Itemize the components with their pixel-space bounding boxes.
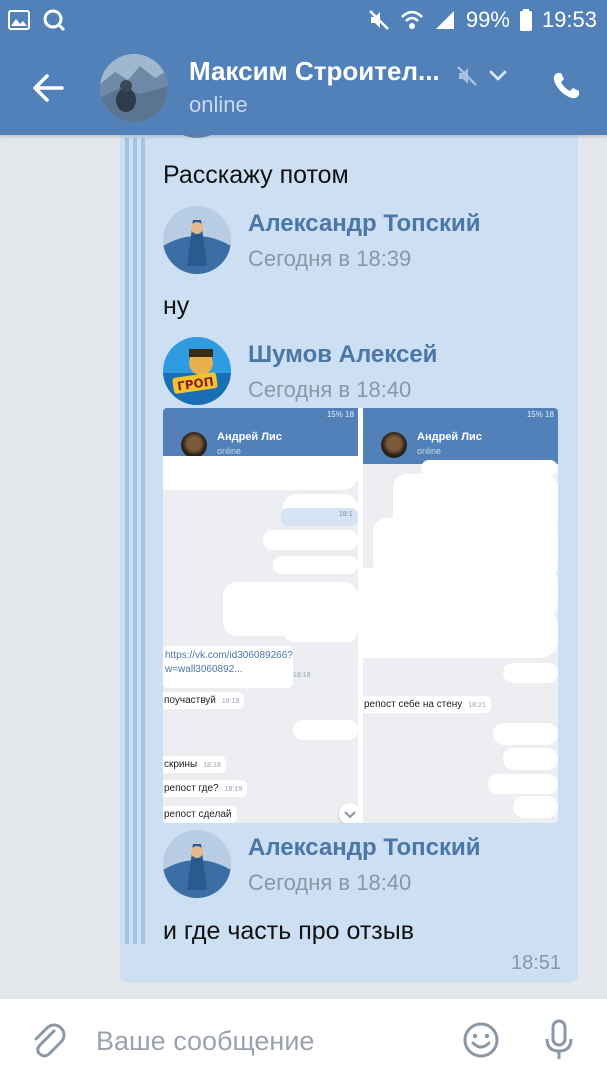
search-icon: [43, 9, 66, 32]
redaction: [283, 620, 358, 642]
redaction: [503, 663, 558, 683]
wifi-icon: [401, 10, 423, 29]
author-name[interactable]: Шумов Алексей: [248, 341, 437, 369]
mini-contact-name: Андрей Лис: [417, 431, 482, 443]
redaction: [263, 530, 358, 550]
mini-message: скрины 18:18: [163, 756, 226, 773]
mini-message: репост где? 18:19: [163, 780, 248, 797]
clock: 19:53: [541, 7, 597, 32]
message-date: Сегодня в 18:39: [248, 246, 412, 271]
chevron-down-icon[interactable]: [487, 67, 509, 85]
mini-status-bar: 15% 18: [363, 408, 558, 422]
mini-avatar: [381, 432, 407, 458]
mini-contact-status: online: [217, 446, 242, 456]
back-arrow-icon[interactable]: [28, 68, 68, 108]
screenshot-right[interactable]: 15% 18 Андрей Лис online репост себе на …: [363, 408, 558, 823]
contact-status: online: [189, 92, 248, 117]
redaction: [163, 456, 358, 490]
photo-attachment[interactable]: 15% 18 Андрей Лис online 18:1 https://vk…: [163, 408, 558, 823]
mini-avatar: [181, 432, 207, 458]
mini-time: 18:18: [293, 672, 311, 679]
message-date: Сегодня в 18:40: [248, 870, 412, 895]
message-text: и где часть про отзыв: [163, 917, 415, 945]
redaction: [363, 608, 558, 658]
contact-name[interactable]: Максим Строител...: [189, 56, 440, 87]
battery-percent: 99%: [465, 7, 510, 32]
author-name[interactable]: Александр Топский: [248, 210, 481, 238]
author-avatar[interactable]: ГРОП: [163, 337, 231, 405]
author-avatar[interactable]: [163, 830, 231, 898]
message-date: Сегодня в 18:40: [248, 377, 412, 402]
attach-icon[interactable]: [30, 1021, 66, 1061]
redaction: [503, 748, 558, 770]
mini-contact-status: online: [417, 446, 442, 456]
battery-icon: [519, 9, 532, 31]
message-composer: [0, 998, 607, 1080]
gallery-icon: [8, 10, 30, 30]
chat-header: Максим Строител... online: [0, 40, 607, 135]
mini-message: репост себе на стену 18:21: [363, 696, 491, 713]
emoji-icon[interactable]: [462, 1021, 500, 1059]
author-name[interactable]: Александр Топский: [248, 834, 481, 862]
message-text: Расскажу потом: [163, 161, 349, 189]
mute-icon: [369, 10, 389, 30]
screenshot-left[interactable]: 15% 18 Андрей Лис online 18:1 https://vk…: [163, 408, 358, 823]
message-input[interactable]: [96, 1023, 436, 1059]
redaction: [488, 774, 558, 794]
mic-icon[interactable]: [543, 1019, 575, 1061]
message-text: ну: [163, 292, 190, 320]
mini-time: 18:1: [339, 511, 353, 518]
status-bar: 99% 19:53: [0, 0, 607, 40]
redaction: [273, 556, 358, 574]
muted-bell-icon: [457, 66, 477, 86]
mini-link: https://vk.com/id306089266?w=wall3060892…: [165, 650, 293, 675]
redaction: [493, 723, 558, 745]
phone-icon[interactable]: [550, 70, 582, 102]
scroll-down-button: [339, 803, 358, 823]
forward-indicator: [125, 138, 149, 944]
signal-icon: [435, 11, 454, 29]
contact-avatar[interactable]: [100, 54, 168, 122]
redaction: [293, 720, 358, 740]
author-avatar[interactable]: [163, 206, 231, 274]
mini-message: поучаствуй 18:18: [163, 692, 245, 709]
mini-contact-name: Андрей Лис: [217, 431, 282, 443]
redaction: [513, 796, 558, 818]
mini-message: репост сделай: [163, 806, 237, 823]
mini-status-bar: 15% 18: [163, 408, 358, 422]
message-time: 18:51: [511, 952, 562, 974]
mini-header: Андрей Лис online: [363, 422, 558, 464]
mini-link-bubble: https://vk.com/id306089266?w=wall3060892…: [163, 646, 311, 688]
